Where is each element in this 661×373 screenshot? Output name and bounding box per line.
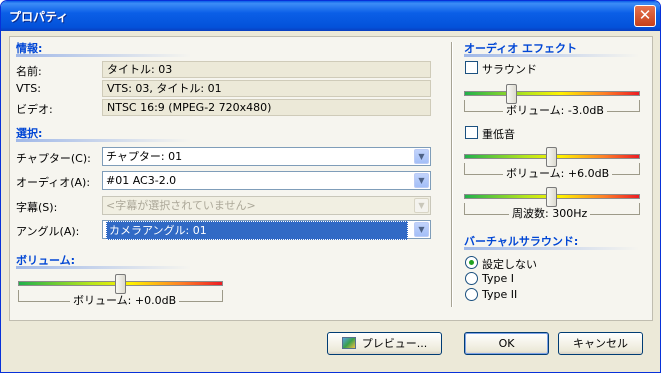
surround-checkbox[interactable] <box>465 61 478 74</box>
subtitle-select-value: <字幕が選択されていません> <box>106 199 256 212</box>
bass-label: 重低音 <box>482 128 515 141</box>
subtitle-label: 字幕(S): <box>16 201 58 214</box>
preview-button-label: プレビュー... <box>361 337 428 350</box>
vts-value: VTS: 03, タイトル: 01 <box>102 80 431 97</box>
preview-icon <box>341 337 356 349</box>
audio-label: オーディオ(A): <box>16 176 91 189</box>
video-label: ビデオ: <box>16 103 53 116</box>
surround-volume-label: ボリューム: -3.0dB <box>503 105 607 117</box>
vertical-divider <box>451 42 453 307</box>
radio-no-setting-label: 設定しない <box>482 258 537 271</box>
virtual-surround-section-underline <box>464 247 639 250</box>
radio-type-2-label: Type II <box>482 288 518 301</box>
surround-volume-slider[interactable] <box>464 91 640 96</box>
bass-checkbox[interactable] <box>465 126 478 139</box>
window-title: プロパティ <box>9 10 69 24</box>
angle-select[interactable]: カメラアングル: 01 ▼ <box>102 220 431 240</box>
title-bar[interactable]: プロパティ ✕ <box>1 1 660 31</box>
cancel-button[interactable]: キャンセル <box>558 332 643 355</box>
chevron-down-icon: ▼ <box>414 198 429 213</box>
selection-section-underline <box>16 139 191 142</box>
audio-select[interactable]: #01 AC3-2.0 ▼ <box>102 171 431 190</box>
chevron-down-icon[interactable]: ▼ <box>414 149 429 164</box>
info-section-underline <box>16 54 191 57</box>
radio-type-2[interactable] <box>465 288 478 301</box>
audio-select-value: #01 AC3-2.0 <box>106 174 177 187</box>
main-volume-label: ボリューム: +0.0dB <box>70 295 180 307</box>
chapter-label: チャプター(C): <box>16 152 91 165</box>
radio-no-setting[interactable] <box>465 256 478 269</box>
volume-section-underline <box>16 266 191 269</box>
subtitle-select: <字幕が選択されていません> ▼ <box>102 196 431 215</box>
vts-label: VTS: <box>16 82 41 95</box>
angle-select-value: カメラアングル: 01 <box>106 221 408 240</box>
video-value: NTSC 16:9 (MPEG-2 720x480) <box>102 99 431 116</box>
chapter-select-value: チャプター: 01 <box>106 150 183 163</box>
close-button[interactable]: ✕ <box>634 5 656 27</box>
radio-type-1-label: Type I <box>482 272 515 285</box>
settings-panel: 情報: 名前: タイトル: 03 VTS: VTS: 03, タイトル: 01 … <box>9 36 653 321</box>
radio-type-1[interactable] <box>465 272 478 285</box>
audio-effect-section-underline <box>464 54 639 57</box>
name-label: 名前: <box>16 65 42 78</box>
preview-button[interactable]: プレビュー... <box>327 332 442 355</box>
bass-frequency-label: 周波数: 300Hz <box>509 208 591 220</box>
properties-dialog: プロパティ ✕ 情報: 名前: タイトル: 03 VTS: VTS: 03, タ… <box>0 0 661 373</box>
name-value: タイトル: 03 <box>102 61 431 78</box>
chapter-select[interactable]: チャプター: 01 ▼ <box>102 147 431 166</box>
chevron-down-icon[interactable]: ▼ <box>414 173 429 188</box>
surround-label: サラウンド <box>482 63 537 76</box>
angle-label: アングル(A): <box>16 225 80 238</box>
chevron-down-icon[interactable]: ▼ <box>414 222 429 237</box>
bass-volume-label: ボリューム: +6.0dB <box>503 168 613 180</box>
ok-button[interactable]: OK <box>464 332 549 355</box>
dialog-client: 情報: 名前: タイトル: 03 VTS: VTS: 03, タイトル: 01 … <box>4 31 657 369</box>
